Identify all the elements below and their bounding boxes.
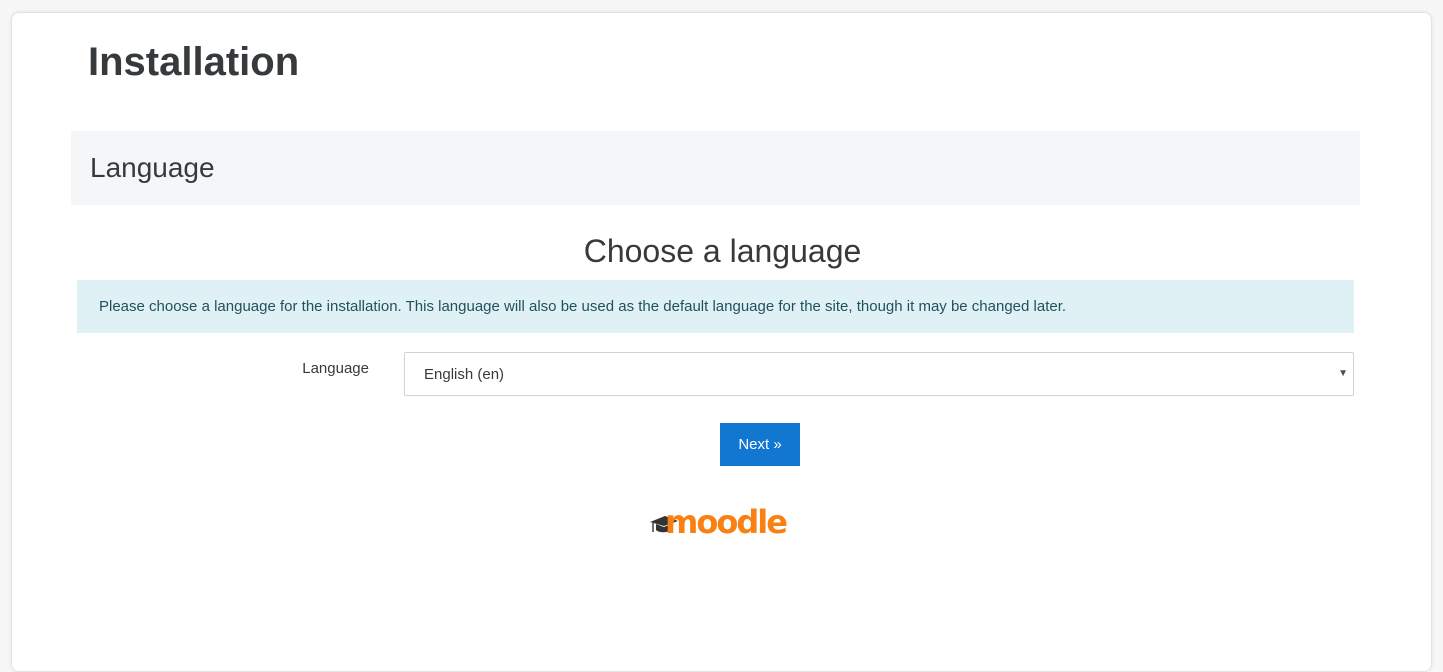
language-select-value: English (en) [424,366,505,383]
install-card: Installation Language Choose a language … [11,12,1432,672]
moodle-logo-text: moodle [665,503,788,541]
form-heading: Choose a language [583,233,862,269]
chevron-down-icon: ▼ [1338,368,1348,379]
moodle-logo: moodle [648,503,788,545]
language-select[interactable]: English (en) ▼ [404,352,1354,396]
section-title: Language [90,152,215,183]
language-label: Language [302,360,369,377]
info-alert: Please choose a language for the install… [77,280,1354,333]
page-title: Installation [88,40,300,84]
section-header: Language [71,131,1360,205]
next-button[interactable]: Next » [720,423,800,466]
